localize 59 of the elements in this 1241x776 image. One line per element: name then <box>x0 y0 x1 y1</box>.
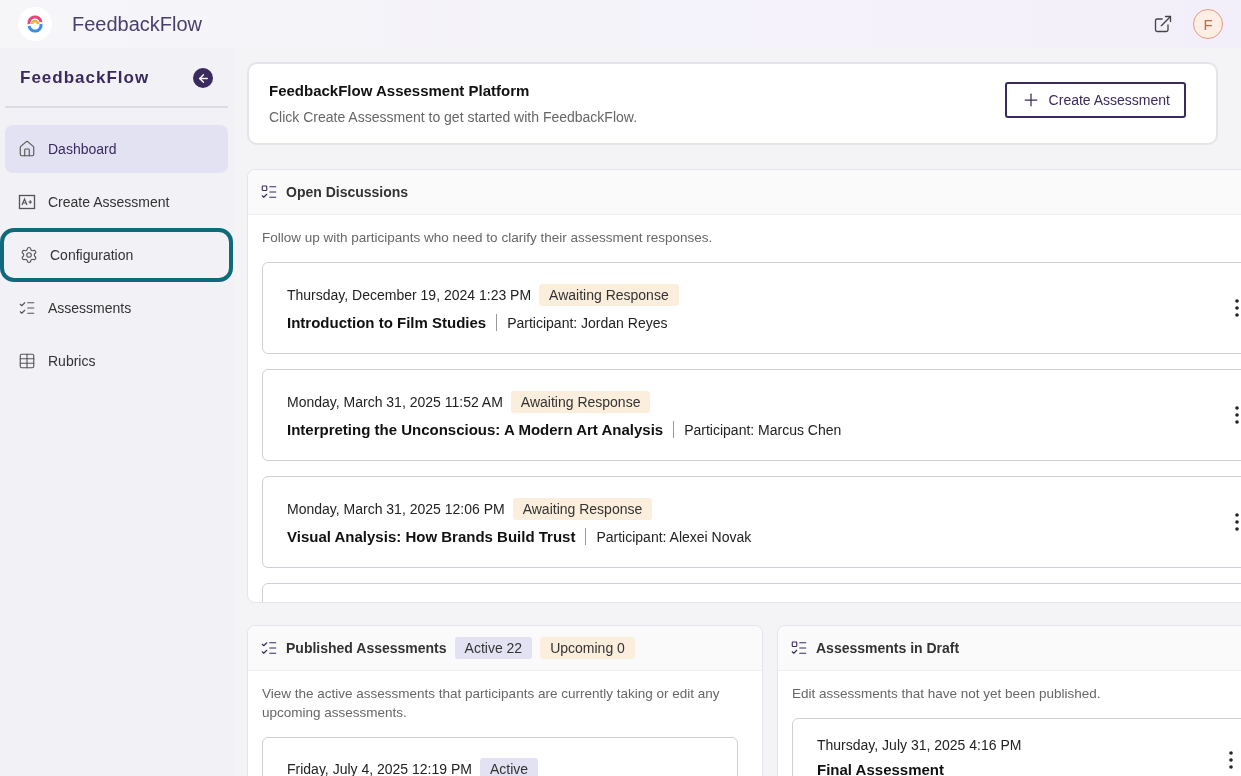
date-text: Thursday, July 31, 2025 4:16 PM <box>817 736 1023 753</box>
checklist-icon <box>260 639 278 657</box>
app-name: FeedbackFlow <box>72 12 204 36</box>
panel-description: Edit assessments that have not yet been published. <box>791 685 1102 703</box>
welcome-text: Click Create Assessment to get started with FeedbackFlow. <box>269 109 638 125</box>
arrow-left-icon <box>196 71 210 85</box>
more-button[interactable] <box>1235 298 1239 317</box>
more-button[interactable] <box>1235 512 1239 531</box>
assessment-title: Interpreting the Unconscious: A Modern Art Analysis <box>287 421 675 439</box>
nav-item[interactable]: Configuration <box>0 228 233 282</box>
more-icon <box>1235 298 1239 317</box>
welcome-title: FeedbackFlow Assessment Platform <box>269 82 531 99</box>
assessment-title: Visual Analysis: How Brands Build Trust <box>287 528 587 546</box>
discussion-card[interactable]: Thursday, December 19, 2024 1:23 PM Awaiting Response Introduction to Film Studies Participant: Jordan Reyes <box>262 261 1241 354</box>
list-icon <box>790 639 808 657</box>
home-icon <box>18 140 36 158</box>
more-icon <box>1235 512 1239 531</box>
date-text: Friday, July 4, 2025 12:19 PM <box>287 760 472 776</box>
participant-text: Participant: Marcus Chen <box>683 421 842 438</box>
discussion-card[interactable]: Monday, March 31, 2025 12:06 PM Awaiting Response Visual Analysis: How Brands Build Trust Participant: Alexei Novak <box>262 475 1241 568</box>
panel-description: Follow up with participants who need to clarify their assessment responses. <box>261 229 714 247</box>
panel-title: Assessments in Draft <box>816 640 960 656</box>
status-badge: Awaiting Response <box>512 498 653 521</box>
discussion-card[interactable]: Monday, March 31, 2025 11:52 AM Awaiting Response Interpreting the Unconscious: A Modern Art Analysis Participant: Marcus Chen <box>262 368 1241 461</box>
panel-title: Open Discussions <box>286 184 409 200</box>
date-text: Monday, March 31, 2025 12:06 PM <box>287 501 505 518</box>
status-badge: Active <box>479 757 539 776</box>
assessment-title: Introduction to Film Studies <box>287 314 498 332</box>
panel-description: View the active assessments that participants are currently taking or edit any upcoming assessments. <box>261 685 721 722</box>
nav-item[interactable]: Create Assessment <box>5 178 228 226</box>
count-badge: Upcoming 0 <box>540 637 635 659</box>
panel-title: Published Assessments <box>286 640 447 656</box>
collapse-button[interactable] <box>193 68 213 88</box>
table-icon <box>18 352 36 370</box>
checklist-icon <box>18 299 36 317</box>
date-text: Monday, March 31, 2025 11:52 AM <box>287 394 503 411</box>
more-icon <box>1229 750 1233 769</box>
participant-text: Participant: Alexei Novak <box>595 528 752 545</box>
draft-card[interactable]: Thursday, July 31, 2025 4:16 PM Final Assessment <box>792 717 1241 776</box>
more-icon <box>1235 405 1239 424</box>
nav-item[interactable]: Dashboard <box>5 125 228 173</box>
create-assessment-button[interactable]: Create Assessment <box>1004 82 1186 118</box>
external-link-icon[interactable] <box>1153 14 1173 34</box>
status-badge: Awaiting Response <box>539 284 679 307</box>
assessment-title: Final Assessment <box>817 760 945 776</box>
more-button[interactable] <box>1235 405 1239 424</box>
sidebar-title: FeedbackFlow <box>20 68 150 88</box>
assessment-card[interactable]: Friday, July 4, 2025 12:19 PM Active <box>262 736 738 776</box>
list-icon <box>260 183 278 201</box>
grade-icon <box>18 193 36 211</box>
nav-item[interactable]: Assessments <box>5 284 228 332</box>
count-badge: Active 22 <box>454 637 533 659</box>
nav-item[interactable]: Rubrics <box>5 337 228 385</box>
app-logo <box>18 7 52 41</box>
more-button[interactable] <box>1229 750 1233 769</box>
date-text: Thursday, December 19, 2024 1:23 PM <box>287 287 532 304</box>
status-badge: Awaiting Response <box>510 391 651 414</box>
settings-icon <box>20 246 38 264</box>
participant-text: Participant: Jordan Reyes <box>506 314 668 331</box>
